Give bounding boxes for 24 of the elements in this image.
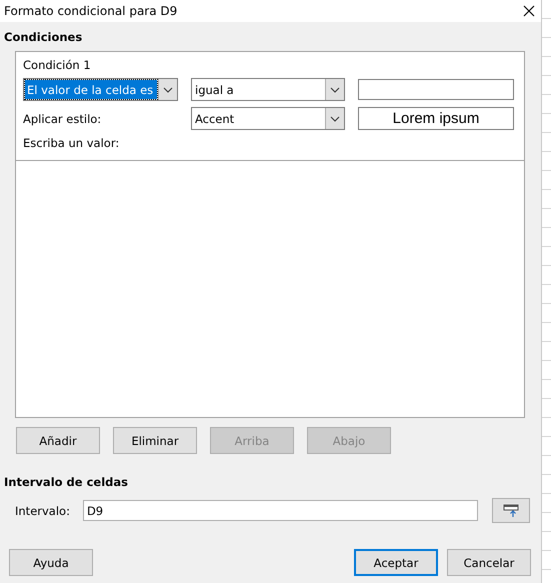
shrink-button[interactable] xyxy=(492,498,530,523)
close-icon[interactable] xyxy=(523,5,535,17)
field-label: Aplicar estilo: xyxy=(23,112,102,126)
caret-icon xyxy=(163,86,173,92)
hint-text: Escriba un valor: xyxy=(23,136,120,150)
value-field[interactable] xyxy=(358,79,514,100)
field-label: Intervalo: xyxy=(15,504,70,518)
condition-title: Condición 1 xyxy=(23,58,91,72)
section-heading: Condiciones xyxy=(4,30,82,44)
dropdown[interactable]: El valor de la celda es xyxy=(23,78,178,101)
shrink-icon xyxy=(502,504,519,518)
list-button[interactable]: Añadir xyxy=(16,427,100,454)
caret-icon xyxy=(330,86,340,92)
range-field[interactable]: D9 xyxy=(82,500,478,521)
list-button[interactable]: Eliminar xyxy=(113,427,197,454)
help-button[interactable]: Ayuda xyxy=(9,549,93,576)
dropdown[interactable]: Accent xyxy=(191,107,345,130)
dropdown[interactable]: igual a xyxy=(191,78,345,101)
dialog-button[interactable]: Cancelar xyxy=(447,549,531,576)
caret-icon xyxy=(330,116,340,122)
dialog-button[interactable]: Aceptar xyxy=(354,549,438,576)
window-title: Formato condicional para D9 xyxy=(4,4,178,18)
section-heading: Intervalo de celdas xyxy=(4,475,128,489)
style-preview: Lorem ipsum xyxy=(358,107,514,130)
